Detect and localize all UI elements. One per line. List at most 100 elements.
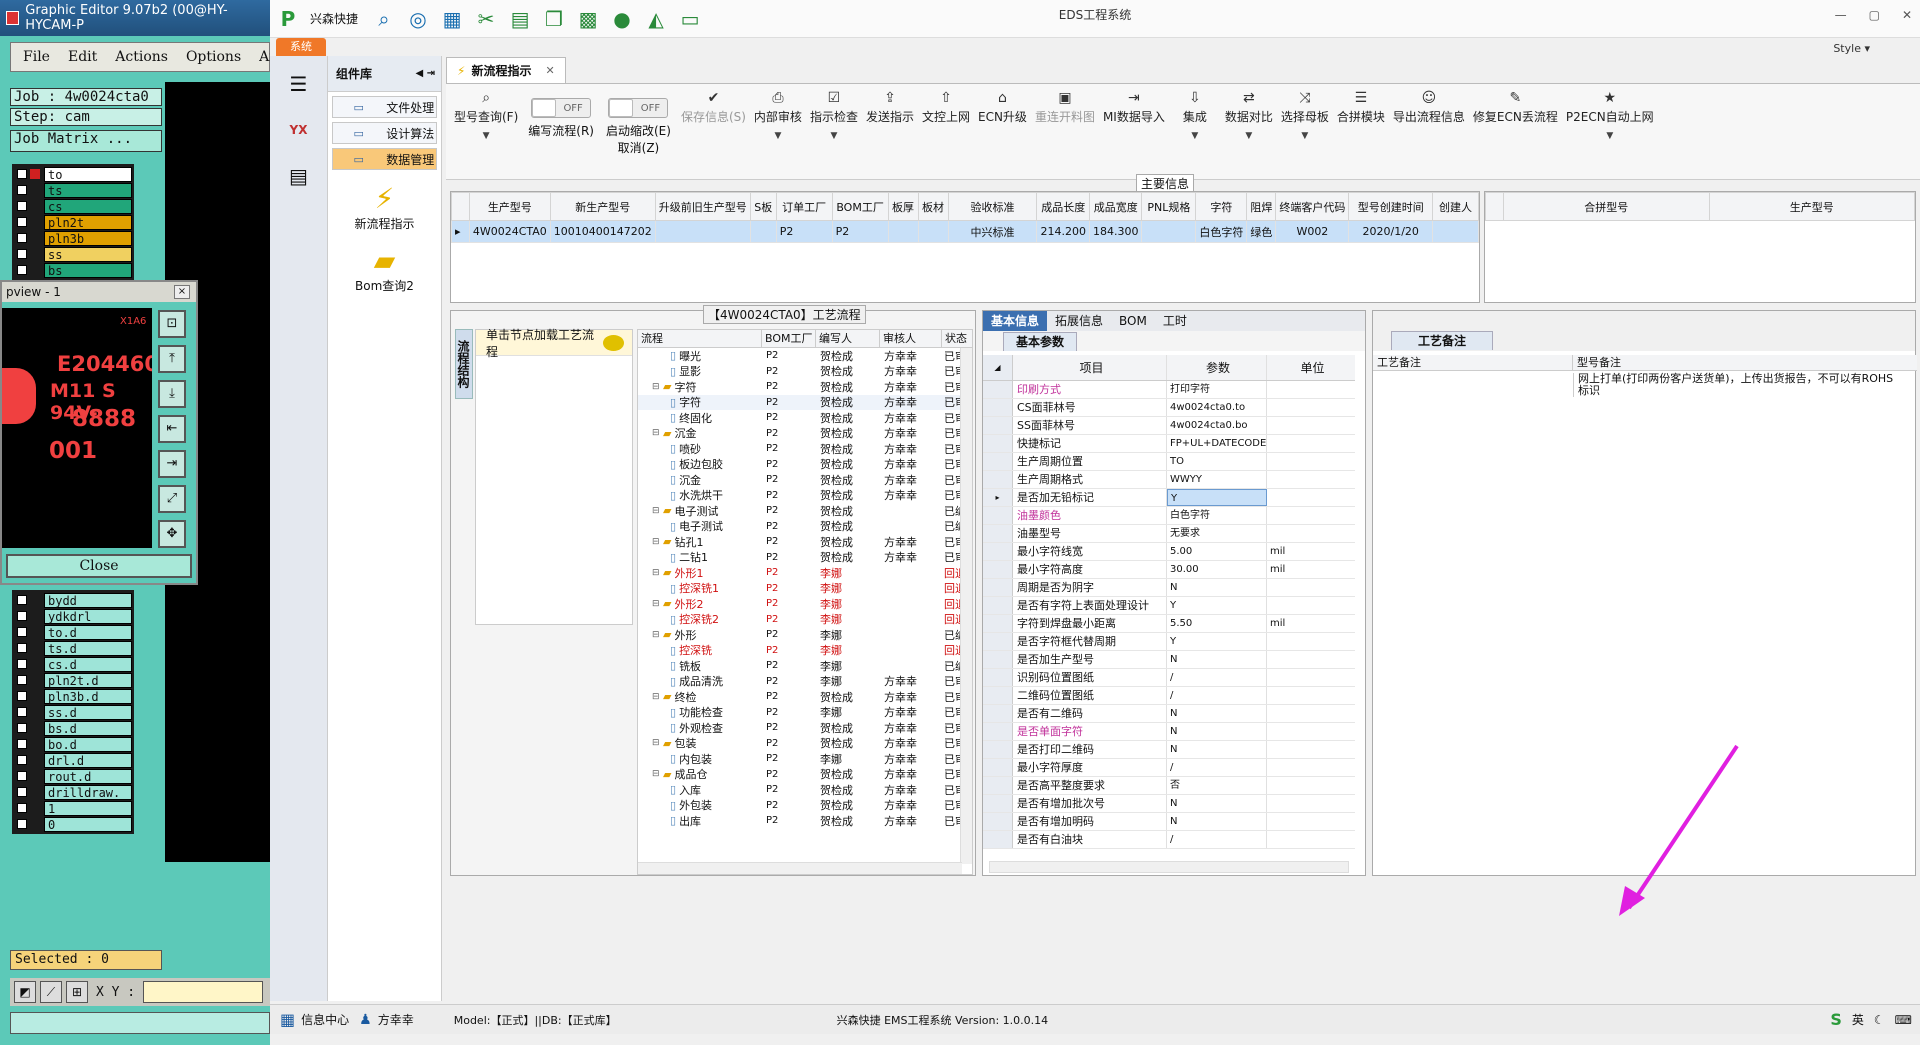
main-info-cell[interactable]: 中兴标准 bbox=[947, 220, 1038, 243]
tree-row[interactable]: ▯水洗烘干P2贺检成方幸幸已审核 bbox=[638, 488, 972, 504]
main-info-col[interactable]: BOM工厂 bbox=[831, 192, 889, 221]
layer-checkbox[interactable] bbox=[17, 691, 27, 701]
layer-checkbox[interactable] bbox=[17, 819, 27, 829]
layer-row[interactable]: to.d bbox=[14, 624, 132, 640]
toolbar-button[interactable]: ☰ 合拼模块 bbox=[1337, 90, 1385, 141]
merge-col-merge-model[interactable]: 合拼型号 bbox=[1503, 192, 1710, 221]
main-info-cell[interactable]: P2 bbox=[831, 220, 889, 243]
collapse-toggle-icon[interactable]: ⊟ bbox=[652, 599, 661, 609]
main-info-col[interactable]: 生产型号 bbox=[468, 192, 551, 221]
layer-checkbox[interactable] bbox=[17, 707, 27, 717]
params-row[interactable]: 最小字符线宽 5.00 mil bbox=[983, 543, 1355, 561]
horizontal-scrollbar[interactable] bbox=[638, 862, 962, 874]
tree-row[interactable]: ▯终固化P2贺检成方幸幸已审核 bbox=[638, 410, 972, 426]
layer-checkbox[interactable] bbox=[17, 249, 27, 259]
params-row[interactable]: 生产周期格式 WWYY bbox=[983, 471, 1355, 489]
tree-row[interactable]: ▯入库P2贺检成方幸幸已审核 bbox=[638, 782, 972, 798]
ge-xy-input[interactable] bbox=[143, 981, 264, 1003]
film-icon[interactable]: ▤ bbox=[508, 7, 532, 31]
collapse-toggle-icon[interactable]: ⊟ bbox=[652, 568, 661, 578]
complib-new-flow-button[interactable]: ⚡ 新流程指示 bbox=[328, 182, 441, 232]
param-value[interactable]: / bbox=[1167, 831, 1267, 848]
complib-item-file-processing[interactable]: ▭ 文件处理 bbox=[332, 96, 437, 118]
write-flow-toggle[interactable]: OFF 编写流程(R) bbox=[528, 90, 594, 139]
layer-checkbox[interactable] bbox=[17, 595, 27, 605]
toolbar-button[interactable]: ✔ 保存信息(S) bbox=[681, 90, 746, 141]
param-value[interactable]: Y bbox=[1167, 633, 1267, 650]
hamburger-menu-icon[interactable]: ☰ bbox=[279, 66, 319, 102]
ge-menu-edit[interactable]: Edit bbox=[68, 49, 97, 65]
collapse-toggle-icon[interactable]: ⊟ bbox=[652, 382, 661, 392]
main-info-col[interactable]: 阻焊 bbox=[1246, 192, 1277, 221]
ge-tool-select-icon[interactable]: ◩ bbox=[14, 981, 36, 1003]
layer-checkbox[interactable] bbox=[17, 611, 27, 621]
scissors-icon[interactable]: ✂ bbox=[474, 7, 498, 31]
type-query-button[interactable]: ⌕ 型号查询(F) ▼ bbox=[454, 90, 518, 141]
main-info-cell[interactable]: 184.300 bbox=[1088, 220, 1143, 243]
layer-row[interactable]: 0 bbox=[14, 816, 132, 832]
main-info-col[interactable]: 字符 bbox=[1195, 192, 1248, 221]
toolbar-button[interactable]: ⇪ 发送指示 bbox=[866, 90, 914, 141]
keyboard-icon[interactable]: ⌨ bbox=[1895, 1013, 1912, 1027]
ge-menu-analysis[interactable]: Analy bbox=[259, 49, 270, 65]
params-row[interactable]: 是否高平整度要求否 bbox=[983, 777, 1355, 795]
param-value[interactable]: N bbox=[1167, 813, 1267, 830]
tree-row[interactable]: ▯沉金P2贺检成方幸幸已审核 bbox=[638, 472, 972, 488]
layer-row[interactable]: ss.d bbox=[14, 704, 132, 720]
main-info-col[interactable]: 验收标准 bbox=[947, 192, 1038, 221]
toolbar-button[interactable]: ☺ 导出流程信息 bbox=[1393, 90, 1465, 141]
layer-row[interactable]: pln3b bbox=[14, 230, 132, 246]
layer-checkbox[interactable] bbox=[17, 185, 27, 195]
param-value[interactable]: / bbox=[1167, 687, 1267, 704]
current-user[interactable]: ♟ 方幸幸 bbox=[359, 1011, 414, 1028]
zoom-out-icon[interactable]: ⤓ bbox=[158, 380, 186, 408]
tree-row[interactable]: ▯外包装P2贺检成方幸幸已审核 bbox=[638, 798, 972, 814]
main-info-col[interactable]: S板 bbox=[749, 192, 777, 221]
layer-row[interactable]: ydkdrl bbox=[14, 608, 132, 624]
tab-close-icon[interactable]: ✕ bbox=[545, 64, 554, 77]
collapse-toggle-icon[interactable]: ⊟ bbox=[652, 769, 661, 779]
param-value[interactable]: Y bbox=[1167, 489, 1267, 506]
params-row[interactable]: 印刷方式 打印字符 bbox=[983, 381, 1355, 399]
params-row[interactable]: 识别码位置图纸 / bbox=[983, 669, 1355, 687]
toolbar-button[interactable]: ⌂ ECN升级 bbox=[978, 90, 1027, 141]
toolbar-button[interactable]: ⇥ MI数据导入 bbox=[1103, 90, 1165, 141]
tree-row[interactable]: ⊟▰字符P2贺检成方幸幸已审核 bbox=[638, 379, 972, 395]
popview-close-button[interactable]: Close bbox=[6, 554, 192, 578]
layer-row[interactable]: cs bbox=[14, 198, 132, 214]
vertical-scrollbar[interactable] bbox=[960, 348, 972, 864]
system-tab[interactable]: 系统 bbox=[276, 38, 326, 56]
layer-row[interactable]: drl.d bbox=[14, 752, 132, 768]
tab-bom[interactable]: BOM bbox=[1111, 311, 1155, 331]
collapse-toggle-icon[interactable]: ⊟ bbox=[652, 692, 661, 702]
yx-logo-icon[interactable]: YX bbox=[279, 112, 319, 148]
layer-checkbox[interactable] bbox=[17, 723, 27, 733]
layer-checkbox[interactable] bbox=[17, 659, 27, 669]
collapse-toggle-icon[interactable]: ⊟ bbox=[652, 738, 661, 748]
center-icon[interactable]: ✥ bbox=[158, 520, 186, 548]
params-row[interactable]: 是否打印二维码 N bbox=[983, 741, 1355, 759]
param-value[interactable]: 打印字符 bbox=[1167, 381, 1267, 398]
params-row[interactable]: 是否有增加明码 N bbox=[983, 813, 1355, 831]
layer-checkbox[interactable] bbox=[17, 675, 27, 685]
main-info-cell[interactable]: 白色字符 bbox=[1195, 220, 1248, 243]
tab-extended-info[interactable]: 拓展信息 bbox=[1047, 311, 1111, 331]
zoom-fit-icon[interactable]: ⊡ bbox=[158, 310, 186, 338]
close-icon[interactable]: ✕ bbox=[1902, 8, 1912, 22]
params-row[interactable]: 字符到焊盘最小距离 5.50 mil bbox=[983, 615, 1355, 633]
main-info-col[interactable]: 创建人 bbox=[1432, 192, 1479, 221]
param-value[interactable]: 4w0024cta0.bo bbox=[1167, 417, 1267, 434]
layer-row[interactable]: pln2t.d bbox=[14, 672, 132, 688]
layer-row[interactable]: ts bbox=[14, 182, 132, 198]
param-value[interactable]: N bbox=[1167, 651, 1267, 668]
toolbar-button[interactable]: ⤨ 选择母板 ▼ bbox=[1281, 90, 1329, 141]
toolbar-button[interactable]: ✎ 修复ECN丢流程 bbox=[1473, 90, 1558, 141]
main-info-cell[interactable] bbox=[654, 220, 751, 243]
table-icon[interactable]: ▦ bbox=[440, 7, 464, 31]
main-info-cell[interactable] bbox=[1141, 220, 1197, 243]
layer-row[interactable]: ts.d bbox=[14, 640, 132, 656]
tree-row[interactable]: ▯内包装P2李娜方幸幸已审核 bbox=[638, 751, 972, 767]
moon-icon[interactable]: ☾ bbox=[1874, 1013, 1885, 1027]
param-value[interactable]: 无要求 bbox=[1167, 525, 1267, 542]
main-info-cell[interactable]: 10010400147202 bbox=[549, 220, 656, 243]
